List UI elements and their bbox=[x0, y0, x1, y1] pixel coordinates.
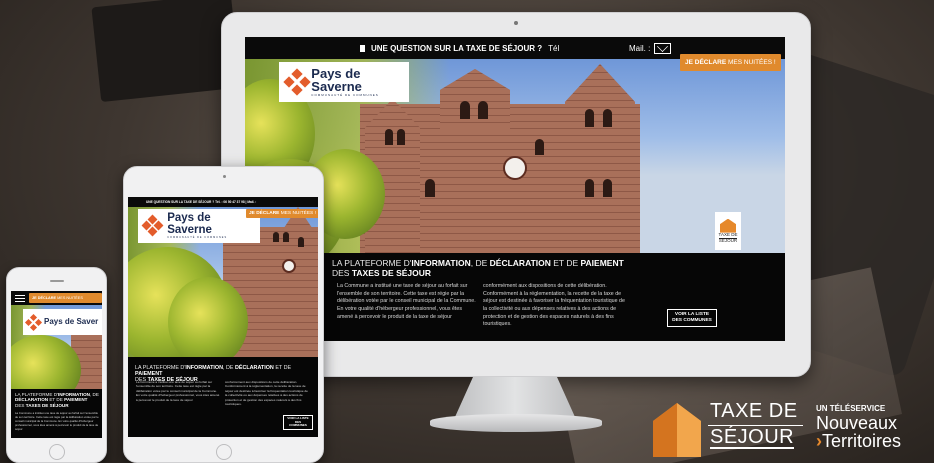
button-line2: DES COMMUNES bbox=[672, 317, 712, 323]
logo-name: Pays de Saverne bbox=[167, 212, 212, 236]
background-notepad bbox=[91, 0, 241, 103]
logo-subtitle: COMMUNAUTÉ DE COMMUNES bbox=[167, 236, 228, 239]
envelope-icon bbox=[654, 43, 672, 54]
hamburger-menu-icon[interactable] bbox=[15, 295, 25, 302]
camera-dot bbox=[514, 21, 518, 25]
voir-liste-communes-button[interactable]: VOIR LA LISTE DES COMMUNES bbox=[667, 309, 717, 327]
tel-label[interactable]: Tél bbox=[548, 44, 559, 53]
territoires-label: ›Territoires bbox=[816, 432, 901, 450]
badge-line1: TAXE DE bbox=[718, 231, 738, 237]
brand-sejour: SÉJOUR bbox=[710, 426, 795, 449]
square-icon bbox=[360, 45, 365, 52]
button-line1: VOIR LA LISTE bbox=[674, 312, 710, 317]
button-line2: DES COMMUNES bbox=[289, 419, 307, 428]
badge-line2: SÉJOUR bbox=[718, 237, 738, 243]
phone-screen: JE DÉCLARE MES NUITÉES Pays de Saver LA … bbox=[11, 291, 102, 438]
phone-declare-button[interactable]: JE DÉCLARE MES NUITÉES bbox=[29, 293, 102, 303]
phone-info-panel: LA PLATEFORME D'INFORMATION, DE DÉCLARAT… bbox=[11, 389, 102, 438]
tablet-voir-liste-button[interactable]: VOIR LA LISTE DES COMMUNES bbox=[283, 415, 313, 430]
taxe-sejour-badge: TAXE DE SÉJOUR bbox=[715, 212, 741, 250]
diamond-logo-icon bbox=[24, 313, 43, 331]
declare-bold: JE DÉCLARE bbox=[685, 59, 727, 66]
tablet-screen: UNE QUESTION SUR LA TAXE DE SÉJOUR ? Tél… bbox=[128, 197, 318, 437]
clock-face bbox=[503, 156, 527, 180]
body-left: La Commune a institué une taxe de séjour… bbox=[337, 283, 476, 320]
declare-nights-button[interactable]: JE DÉCLARE MES NUITÉES ! bbox=[680, 54, 781, 71]
declare-bold: JE DÉCLARE bbox=[32, 296, 57, 300]
tablet-info-panel: LA PLATEFORME D'INFORMATION, DE DÉCLARAT… bbox=[128, 357, 318, 437]
question-text: UNE QUESTION SUR LA TAXE DE SÉJOUR ? bbox=[371, 44, 543, 53]
diamond-logo-icon bbox=[141, 214, 164, 237]
logo-name: Pays de Saver bbox=[44, 317, 99, 326]
nouveaux-label: Nouveaux bbox=[816, 413, 898, 433]
tablet-body-right: conformément aux dispositions de cette d… bbox=[225, 380, 308, 407]
question-bar: UNE QUESTION SUR LA TAXE DE SÉJOUR ? Tél bbox=[360, 44, 559, 53]
body-right: conformément aux dispositions de cette d… bbox=[483, 283, 625, 328]
diamond-logo-icon bbox=[283, 68, 311, 96]
desktop-info-panel: LA PLATEFORME D'INFORMATION, DE DÉCLARAT… bbox=[245, 253, 785, 341]
home-button bbox=[49, 444, 65, 460]
teleservice-label: UN TÉLÉSERVICE bbox=[816, 404, 886, 413]
taxe-sejour-house-logo-icon bbox=[653, 403, 701, 457]
mail-label: Mail. : bbox=[629, 44, 651, 53]
pays-de-saverne-logo[interactable]: Pays de Saverne COMMUNAUTÉ DE COMMUNES bbox=[279, 62, 409, 102]
mail-link[interactable]: Mail. : bbox=[629, 43, 672, 54]
phone-body: La Commune a institué une taxe de séjour… bbox=[15, 411, 99, 432]
desktop-screen: UNE QUESTION SUR LA TAXE DE SÉJOUR ? Tél… bbox=[245, 37, 785, 341]
monitor-stand bbox=[455, 377, 575, 417]
declare-bold: JE DÉCLARE bbox=[249, 211, 280, 216]
home-button bbox=[216, 444, 232, 460]
camera-dot bbox=[223, 175, 226, 178]
tablet-body-left: La Commune a institué une taxe de séjour… bbox=[136, 380, 220, 402]
phone-headline: LA PLATEFORME D'INFORMATION, DE DÉCLARAT… bbox=[15, 392, 99, 408]
declare-rest: MES NUITÉES ! bbox=[280, 211, 316, 216]
headline: LA PLATEFORME D'INFORMATION, DE DÉCLARAT… bbox=[332, 258, 624, 278]
tablet-topbar: UNE QUESTION SUR LA TAXE DE SÉJOUR ? Tél… bbox=[128, 197, 318, 207]
speaker-slot bbox=[50, 280, 64, 282]
logo-subtitle: COMMUNAUTÉ DE COMMUNES bbox=[311, 93, 379, 97]
tablet-declare-button[interactable]: JE DÉCLARE MES NUITÉES ! bbox=[246, 209, 318, 218]
house-icon bbox=[720, 218, 736, 233]
territoires-text: Territoires bbox=[822, 431, 902, 451]
phone-logo[interactable]: Pays de Saver bbox=[23, 309, 102, 335]
monitor-foot bbox=[430, 414, 602, 432]
declare-rest: MES NUITÉES ! bbox=[728, 59, 776, 66]
tablet-logo[interactable]: Pays de Saverne COMMUNAUTÉ DE COMMUNES bbox=[138, 209, 260, 243]
declare-rest: MES NUITÉES bbox=[57, 296, 83, 300]
brand-taxe-de: TAXE DE bbox=[710, 400, 798, 422]
logo-name: Pays de Saverne bbox=[311, 66, 362, 94]
